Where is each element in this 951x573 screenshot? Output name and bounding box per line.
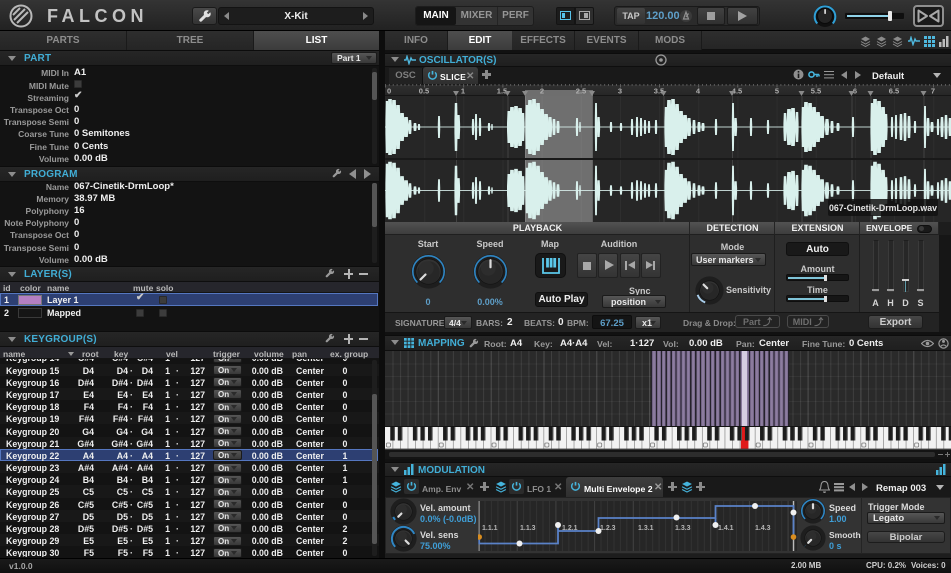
svg-text:1.4.3: 1.4.3 [755, 525, 771, 532]
svg-text:1.2.3: 1.2.3 [600, 525, 616, 532]
svg-text:1.4.1: 1.4.1 [718, 525, 734, 532]
svg-text:1.1.1: 1.1.1 [482, 525, 498, 532]
svg-text:3: 3 [618, 87, 622, 96]
svg-text:5: 5 [775, 87, 779, 96]
svg-text:6.5: 6.5 [889, 87, 899, 96]
svg-text:4: 4 [696, 87, 701, 96]
svg-text:1.1.3: 1.1.3 [520, 525, 536, 532]
svg-text:1.3.3: 1.3.3 [675, 525, 691, 532]
svg-text:0: 0 [387, 87, 391, 96]
svg-text:0.5: 0.5 [419, 87, 429, 96]
svg-text:7: 7 [931, 87, 935, 96]
svg-text:1.3.1: 1.3.1 [638, 525, 654, 532]
svg-text:1: 1 [461, 87, 465, 96]
svg-text:2: 2 [540, 87, 544, 96]
svg-text:1.2.1: 1.2.1 [562, 525, 578, 532]
svg-text:5.5: 5.5 [811, 87, 821, 96]
svg-text:2.5: 2.5 [576, 87, 586, 96]
